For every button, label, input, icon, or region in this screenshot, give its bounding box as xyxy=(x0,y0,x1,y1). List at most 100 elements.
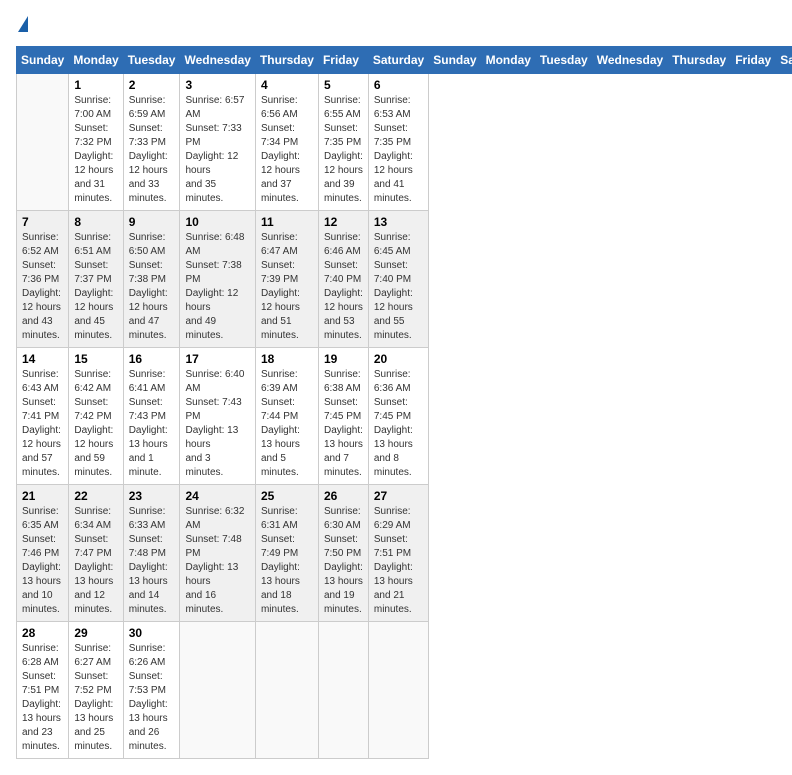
day-number: 7 xyxy=(22,215,63,229)
day-number: 3 xyxy=(185,78,249,92)
day-info: Sunrise: 6:31 AMSunset: 7:49 PMDaylight:… xyxy=(261,505,313,617)
column-header-monday: Monday xyxy=(481,47,535,74)
calendar-week-row: 14 Sunrise: 6:43 AMSunset: 7:41 PMDayligh… xyxy=(17,348,792,485)
calendar-cell: 23Sunrise: 6:33 AMSunset: 7:48 PMDayligh… xyxy=(123,485,180,622)
calendar-cell: 20 Sunrise: 6:36 AMSunset: 7:45 PMDayligh… xyxy=(368,348,428,485)
day-info: Sunrise: 6:41 AMSunset: 7:43 PMDaylight:… xyxy=(129,368,175,480)
calendar-cell: 16 Sunrise: 6:41 AMSunset: 7:43 PMDayligh… xyxy=(123,348,180,485)
day-number: 11 xyxy=(261,215,313,229)
calendar-cell: 8Sunrise: 6:51 AMSunset: 7:37 PMDaylight… xyxy=(69,211,123,348)
day-number: 21 xyxy=(22,489,63,503)
day-info: Sunrise: 6:33 AMSunset: 7:48 PMDaylight:… xyxy=(129,505,175,617)
page-header xyxy=(16,16,776,34)
day-number: 10 xyxy=(185,215,249,229)
calendar-week-row: 7 Sunrise: 6:52 AMSunset: 7:36 PMDaylight… xyxy=(17,211,792,348)
calendar-cell: 25 Sunrise: 6:31 AMSunset: 7:49 PMDayligh… xyxy=(255,485,318,622)
calendar-cell: 30 Sunrise: 6:26 AMSunset: 7:53 PMDayligh… xyxy=(123,622,180,759)
day-number: 20 xyxy=(374,352,423,366)
day-info: Sunrise: 6:36 AMSunset: 7:45 PMDaylight:… xyxy=(374,368,423,480)
calendar-week-row: 28 Sunrise: 6:28 AMSunset: 7:51 PMDayligh… xyxy=(17,622,792,759)
calendar-cell: 7 Sunrise: 6:52 AMSunset: 7:36 PMDaylight… xyxy=(17,211,69,348)
day-info: Sunrise: 6:59 AMSunset: 7:33 PMDaylight:… xyxy=(129,94,175,206)
day-info: Sunrise: 6:29 AMSunset: 7:51 PMDaylight:… xyxy=(374,505,423,617)
day-number: 19 xyxy=(324,352,363,366)
day-number: 6 xyxy=(374,78,423,92)
calendar-cell: 1Sunrise: 7:00 AMSunset: 7:32 PMDaylight… xyxy=(69,74,123,211)
column-header-friday: Friday xyxy=(731,47,776,74)
calendar-cell: 21 Sunrise: 6:35 AMSunset: 7:46 PMDayligh… xyxy=(17,485,69,622)
column-header-sunday: Sunday xyxy=(429,47,481,74)
calendar-cell: 3 Sunrise: 6:57 AMSunset: 7:33 PMDaylight… xyxy=(180,74,255,211)
calendar-cell: 19Sunrise: 6:38 AMSunset: 7:45 PMDayligh… xyxy=(318,348,368,485)
column-header-saturday: Saturday xyxy=(368,47,428,74)
day-number: 28 xyxy=(22,626,63,640)
day-info: Sunrise: 6:26 AMSunset: 7:53 PMDaylight:… xyxy=(129,642,175,754)
column-header-wednesday: Wednesday xyxy=(180,47,255,74)
day-info: Sunrise: 6:27 AMSunset: 7:52 PMDaylight:… xyxy=(74,642,117,754)
day-number: 17 xyxy=(185,352,249,366)
calendar-cell: 22 Sunrise: 6:34 AMSunset: 7:47 PMDayligh… xyxy=(69,485,123,622)
day-info: Sunrise: 6:30 AMSunset: 7:50 PMDaylight:… xyxy=(324,505,363,617)
calendar-cell: 13Sunrise: 6:45 AMSunset: 7:40 PMDayligh… xyxy=(368,211,428,348)
calendar-week-row: 1Sunrise: 7:00 AMSunset: 7:32 PMDaylight… xyxy=(17,74,792,211)
calendar-cell xyxy=(180,622,255,759)
day-number: 1 xyxy=(74,78,117,92)
day-number: 5 xyxy=(324,78,363,92)
day-number: 2 xyxy=(129,78,175,92)
day-number: 30 xyxy=(129,626,175,640)
day-info: Sunrise: 6:43 AMSunset: 7:41 PMDaylight:… xyxy=(22,368,63,480)
day-info: Sunrise: 6:52 AMSunset: 7:36 PMDaylight:… xyxy=(22,231,63,343)
calendar-cell xyxy=(255,622,318,759)
calendar-cell: 12Sunrise: 6:46 AMSunset: 7:40 PMDayligh… xyxy=(318,211,368,348)
column-header-tuesday: Tuesday xyxy=(535,47,592,74)
day-info: Sunrise: 6:45 AMSunset: 7:40 PMDaylight:… xyxy=(374,231,423,343)
calendar-cell: 28 Sunrise: 6:28 AMSunset: 7:51 PMDayligh… xyxy=(17,622,69,759)
calendar-cell: 10Sunrise: 6:48 AMSunset: 7:38 PMDayligh… xyxy=(180,211,255,348)
day-info: Sunrise: 6:47 AMSunset: 7:39 PMDaylight:… xyxy=(261,231,313,343)
calendar-cell: 15Sunrise: 6:42 AMSunset: 7:42 PMDayligh… xyxy=(69,348,123,485)
calendar-cell: 11 Sunrise: 6:47 AMSunset: 7:39 PMDayligh… xyxy=(255,211,318,348)
calendar-cell: 27 Sunrise: 6:29 AMSunset: 7:51 PMDayligh… xyxy=(368,485,428,622)
day-info: Sunrise: 6:35 AMSunset: 7:46 PMDaylight:… xyxy=(22,505,63,617)
day-number: 8 xyxy=(74,215,117,229)
day-info: Sunrise: 6:53 AMSunset: 7:35 PMDaylight:… xyxy=(374,94,423,206)
calendar-header-row: SundayMondayTuesdayWednesdayThursdayFrid… xyxy=(17,47,792,74)
day-number: 27 xyxy=(374,489,423,503)
column-header-saturday: Saturday xyxy=(776,47,792,74)
day-info: Sunrise: 6:46 AMSunset: 7:40 PMDaylight:… xyxy=(324,231,363,343)
day-info: Sunrise: 6:57 AMSunset: 7:33 PMDaylight:… xyxy=(185,94,249,206)
day-info: Sunrise: 6:40 AMSunset: 7:43 PMDaylight:… xyxy=(185,368,249,480)
day-info: Sunrise: 6:32 AMSunset: 7:48 PMDaylight:… xyxy=(185,505,249,617)
calendar-week-row: 21 Sunrise: 6:35 AMSunset: 7:46 PMDayligh… xyxy=(17,485,792,622)
day-info: Sunrise: 6:55 AMSunset: 7:35 PMDaylight:… xyxy=(324,94,363,206)
calendar-cell: 18Sunrise: 6:39 AMSunset: 7:44 PMDayligh… xyxy=(255,348,318,485)
calendar-cell: 29Sunrise: 6:27 AMSunset: 7:52 PMDayligh… xyxy=(69,622,123,759)
day-number: 24 xyxy=(185,489,249,503)
day-number: 22 xyxy=(74,489,117,503)
calendar-table: SundayMondayTuesdayWednesdayThursdayFrid… xyxy=(16,46,792,759)
calendar-cell: 4Sunrise: 6:56 AMSunset: 7:34 PMDaylight… xyxy=(255,74,318,211)
day-number: 4 xyxy=(261,78,313,92)
calendar-cell: 2 Sunrise: 6:59 AMSunset: 7:33 PMDaylight… xyxy=(123,74,180,211)
day-info: Sunrise: 6:34 AMSunset: 7:47 PMDaylight:… xyxy=(74,505,117,617)
day-number: 15 xyxy=(74,352,117,366)
column-header-thursday: Thursday xyxy=(668,47,731,74)
calendar-cell: 24 Sunrise: 6:32 AMSunset: 7:48 PMDayligh… xyxy=(180,485,255,622)
calendar-cell xyxy=(17,74,69,211)
day-number: 25 xyxy=(261,489,313,503)
calendar-cell: 5 Sunrise: 6:55 AMSunset: 7:35 PMDaylight… xyxy=(318,74,368,211)
column-header-friday: Friday xyxy=(318,47,368,74)
day-number: 16 xyxy=(129,352,175,366)
column-header-wednesday: Wednesday xyxy=(592,47,667,74)
calendar-cell: 14 Sunrise: 6:43 AMSunset: 7:41 PMDayligh… xyxy=(17,348,69,485)
column-header-tuesday: Tuesday xyxy=(123,47,180,74)
column-header-sunday: Sunday xyxy=(17,47,69,74)
calendar-cell: 26Sunrise: 6:30 AMSunset: 7:50 PMDayligh… xyxy=(318,485,368,622)
column-header-thursday: Thursday xyxy=(255,47,318,74)
day-info: Sunrise: 6:28 AMSunset: 7:51 PMDaylight:… xyxy=(22,642,63,754)
day-info: Sunrise: 6:50 AMSunset: 7:38 PMDaylight:… xyxy=(129,231,175,343)
column-header-monday: Monday xyxy=(69,47,123,74)
calendar-cell: 17 Sunrise: 6:40 AMSunset: 7:43 PMDayligh… xyxy=(180,348,255,485)
day-number: 14 xyxy=(22,352,63,366)
logo xyxy=(16,16,28,34)
